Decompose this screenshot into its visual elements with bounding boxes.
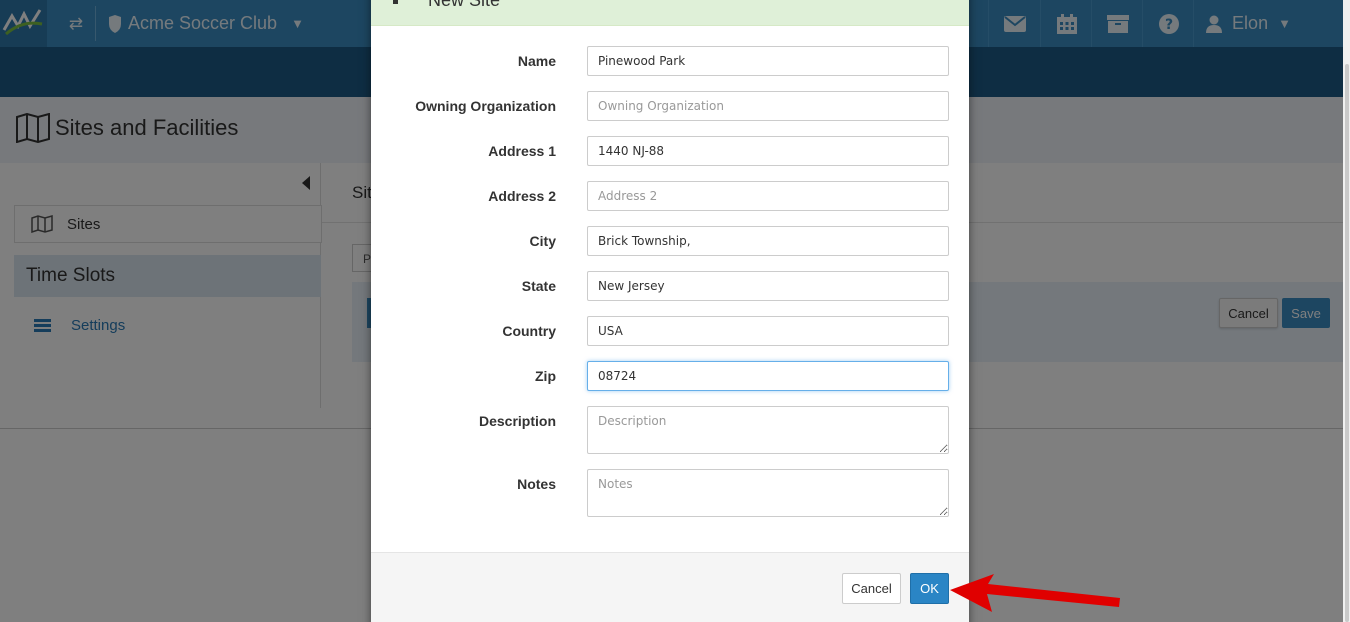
notes-field[interactable] bbox=[587, 469, 949, 517]
field-label: Notes bbox=[517, 476, 556, 492]
dialog-header: New Site × bbox=[371, 0, 969, 26]
description-field[interactable] bbox=[587, 406, 949, 454]
owning-organization-field[interactable] bbox=[587, 91, 949, 121]
pin-icon bbox=[393, 0, 398, 4]
field-label: Owning Organization bbox=[415, 98, 556, 114]
annotation-arrow-icon bbox=[950, 574, 1120, 612]
zip-field[interactable] bbox=[587, 361, 949, 391]
city-field[interactable] bbox=[587, 226, 949, 256]
country-field[interactable] bbox=[587, 316, 949, 346]
field-label: Description bbox=[478, 413, 556, 429]
scrollbar-thumb[interactable] bbox=[1345, 64, 1349, 622]
field-label: Address 1 bbox=[488, 143, 556, 159]
new-site-dialog: New Site × Name Owning Organization Addr… bbox=[371, 0, 969, 622]
field-label: City bbox=[529, 233, 556, 249]
field-label: State bbox=[521, 278, 556, 294]
cancel-button[interactable]: Cancel bbox=[842, 573, 901, 604]
field-label: Country bbox=[502, 323, 556, 339]
field-label: Zip bbox=[535, 368, 556, 384]
dialog-title: New Site bbox=[428, 0, 501, 10]
dialog-footer: Cancel OK bbox=[371, 552, 969, 622]
name-field[interactable] bbox=[587, 46, 949, 76]
field-label: Name bbox=[517, 53, 556, 69]
close-icon[interactable]: × bbox=[941, 0, 952, 7]
field-label: Address 2 bbox=[488, 188, 556, 204]
state-field[interactable] bbox=[587, 271, 949, 301]
ok-button[interactable]: OK bbox=[910, 573, 949, 604]
address1-field[interactable] bbox=[587, 136, 949, 166]
address2-field[interactable] bbox=[587, 181, 949, 211]
